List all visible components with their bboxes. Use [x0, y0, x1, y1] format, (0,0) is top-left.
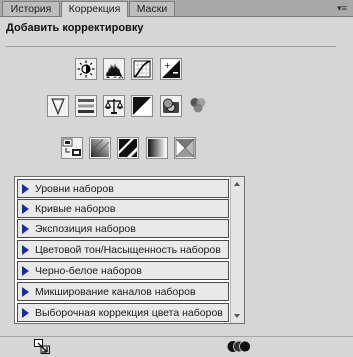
preset-label: Экспозиция наборов [35, 223, 136, 235]
tab-history[interactable]: История [2, 1, 60, 16]
preset-label: Кривые наборов [35, 203, 116, 215]
expand-triangle-icon[interactable] [22, 184, 29, 194]
panel-menu-icon[interactable]: ▾≡ [335, 2, 349, 14]
tab-adjustments[interactable]: Коррекция [61, 1, 128, 17]
invert-icon[interactable] [61, 137, 83, 159]
auto-select-mask-icon[interactable] [34, 339, 50, 357]
panel-title: Добавить корректировку [6, 22, 144, 34]
brightness-contrast-icon[interactable] [75, 58, 97, 80]
preset-levels[interactable]: Уровни наборов [17, 179, 229, 198]
exposure-icon[interactable]: + [160, 58, 182, 80]
preset-curves[interactable]: Кривые наборов [17, 199, 229, 218]
expand-triangle-icon[interactable] [22, 308, 29, 318]
preset-label: Уровни наборов [35, 183, 114, 195]
preset-label: Черно-белое наборов [35, 265, 142, 277]
curves-icon[interactable] [131, 58, 153, 80]
svg-text:+: + [164, 61, 171, 70]
divider [6, 46, 336, 47]
photo-filter-icon[interactable] [160, 95, 182, 117]
preset-channel-mixer[interactable]: Микширование каналов наборов [17, 282, 229, 301]
selective-color-icon[interactable] [174, 137, 196, 159]
scroll-down-arrow-icon[interactable] [234, 314, 240, 318]
preset-label: Микширование каналов наборов [35, 286, 196, 298]
vibrance-icon[interactable] [47, 95, 69, 117]
black-white-icon[interactable] [131, 95, 153, 117]
clip-layers-icon[interactable] [227, 339, 251, 357]
preset-label: Цветовой тон/Насыщенность наборов [35, 244, 221, 256]
threshold-icon[interactable] [117, 137, 139, 159]
expand-triangle-icon[interactable] [22, 224, 29, 234]
panel-footer [0, 336, 353, 356]
preset-black-white[interactable]: Черно-белое наборов [17, 261, 229, 280]
tab-masks[interactable]: Маски [129, 1, 175, 16]
preset-exposure[interactable]: Экспозиция наборов [17, 219, 229, 238]
gradient-map-icon[interactable] [146, 137, 168, 159]
scroll-up-arrow-icon[interactable] [234, 182, 240, 186]
posterize-icon[interactable] [89, 137, 111, 159]
preset-hue-saturation[interactable]: Цветовой тон/Насыщенность наборов [17, 240, 229, 259]
hue-saturation-icon[interactable] [75, 95, 97, 117]
panel-tab-bar: История Коррекция Маски ▾≡ [0, 0, 353, 17]
expand-triangle-icon[interactable] [22, 245, 29, 255]
preset-label: Выборочная коррекция цвета наборов [35, 307, 223, 319]
list-scrollbar[interactable] [230, 177, 244, 323]
expand-triangle-icon[interactable] [22, 204, 29, 214]
expand-triangle-icon[interactable] [22, 287, 29, 297]
expand-triangle-icon[interactable] [22, 266, 29, 276]
color-balance-icon[interactable] [103, 95, 125, 117]
levels-icon[interactable] [103, 58, 125, 80]
channel-mixer-icon[interactable] [188, 95, 210, 117]
adjustment-presets-list[interactable]: Уровни наборов Кривые наборов Экспозиция… [14, 176, 245, 324]
preset-selective-color[interactable]: Выборочная коррекция цвета наборов [17, 303, 229, 322]
